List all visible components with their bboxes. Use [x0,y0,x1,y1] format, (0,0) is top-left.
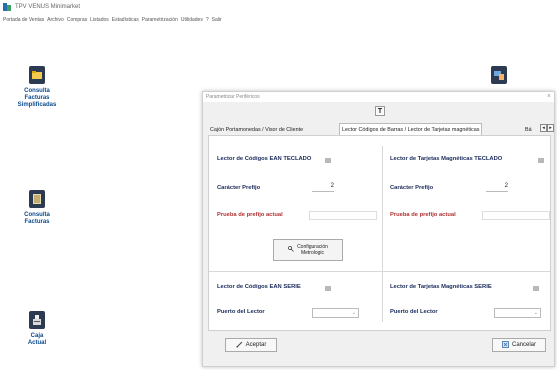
cancel-icon [502,340,509,350]
devices-icon [491,66,507,84]
menu-compras[interactable]: Compras [67,17,87,23]
desktop-icon-label: Facturas [24,219,50,225]
cancel-button[interactable]: Cancelar [492,338,546,352]
menu-parametrizacion[interactable]: Parametrización [142,17,178,23]
accept-button[interactable]: Aceptar [225,338,277,352]
pen-check-icon [236,341,243,350]
right-prefix-label: Carácter Prefijo [390,185,434,191]
left-port-label: Puerto del Lector [217,309,265,315]
right-port-select[interactable]: ⌄ [494,308,541,318]
left-prefix-label: Carácter Prefijo [217,185,261,191]
left-teclado-checkbox[interactable] [325,158,331,163]
menu-estadisticas[interactable]: Estadísticas [112,17,139,23]
chevron-down-icon: ⌄ [351,310,356,316]
left-prefix-field[interactable]: 2 [312,183,334,192]
app-logo-icon [3,3,11,11]
cash-register-icon [29,311,45,329]
desktop-icon-devices[interactable] [489,66,509,88]
desktop-icon-label: Consulta [24,88,50,94]
right-test-label: Prueba de prefijo actual [390,212,456,218]
desktop-icon-label: Actual [27,340,47,346]
desktop-icon-label: Consulta [24,212,50,218]
left-teclado-title: Lector de Códigos EAN TECLADO [217,156,312,162]
right-test-input[interactable] [482,211,550,220]
accept-label: Aceptar [245,342,267,348]
chevron-down-icon: ⌄ [533,310,538,316]
left-test-label: Prueba de prefijo actual [217,212,283,218]
tab-scroll-arrows: ◂ ▸ [540,124,554,132]
right-teclado-checkbox[interactable] [538,158,544,163]
desktop-icon-consulta-facturas-simplificadas[interactable]: Consulta Facturas Simplificadas [17,66,57,109]
window-titlebar: TPV VENUS Minimarket [0,0,557,14]
menu-help[interactable]: ? [206,17,209,23]
window-title: TPV VENUS Minimarket [15,4,81,10]
desktop-icon-label: Facturas [24,95,50,101]
invoice-book-icon [29,190,45,208]
tab-next-arrow-icon[interactable]: ▸ [547,124,554,132]
peripherals-dialog: Parametrizar Periféricos × T Cajón Porta… [202,91,555,367]
menu-utilidades[interactable]: Utilidades [181,17,203,23]
folder-icon [29,66,45,84]
desktop-icon-label: Simplificadas [17,102,57,108]
menu-listados[interactable]: Listados [90,17,109,23]
metrologic-config-button[interactable]: Configuración Metrologic [273,239,343,261]
right-prefix-field[interactable]: 2 [486,183,508,192]
menu-archivo[interactable]: Archivo [47,17,64,23]
tab-prev-arrow-icon[interactable]: ◂ [540,124,547,132]
close-icon[interactable]: × [547,92,551,102]
left-serie-title: Lector de Códigos EAN SERIE [217,284,301,290]
config-button-line2: Metrologic [300,250,325,256]
menu-portada[interactable]: Portada de Ventas [3,17,44,23]
left-port-select[interactable]: ⌄ [312,308,359,318]
right-teclado-title: Lector de Tarjetas Magnéticas TECLADO [390,156,503,162]
left-test-input[interactable] [309,211,377,220]
desktop-icon-caja-actual[interactable]: Caja Actual [21,311,53,347]
horizontal-divider [209,271,550,272]
vertical-divider [382,146,383,322]
desktop-icon-consulta-facturas[interactable]: Consulta Facturas [21,190,53,226]
menu-salir[interactable]: Salir [212,17,222,23]
menubar: Portada de Ventas Archivo Compras Listad… [0,14,557,26]
desktop-icon-label: Caja [30,333,44,339]
tab-panel: Lector de Códigos EAN TECLADO Carácter P… [208,135,551,331]
key-icon [288,245,294,254]
right-serie-checkbox[interactable] [533,286,539,291]
right-serie-title: Lector de Tarjetas Magnéticas SERIE [390,284,492,290]
right-port-label: Puerto del Lector [390,309,438,315]
dialog-title: Parametrizar Periféricos [203,92,554,102]
t-button[interactable]: T [375,106,385,116]
cancel-label: Cancelar [511,342,536,348]
left-serie-checkbox[interactable] [325,286,331,291]
